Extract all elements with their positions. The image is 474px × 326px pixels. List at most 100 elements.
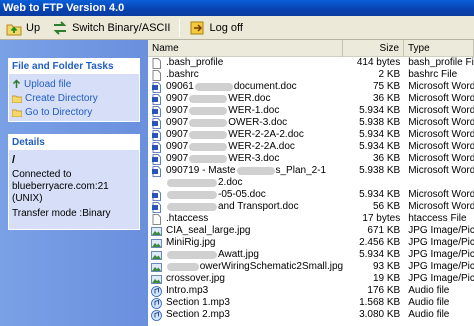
file-name-text: 090719 - Maste bbox=[166, 165, 236, 176]
file-name-suffix: WER-2-2A.doc bbox=[228, 141, 295, 152]
redacted-blur bbox=[167, 191, 217, 199]
file-type-cell: JPG Image/Picture bbox=[408, 261, 474, 272]
file-row[interactable]: 090719 - Maste s_Plan_2-1 5.938 KB Microsof… bbox=[148, 165, 474, 177]
redacted-blur bbox=[189, 119, 228, 127]
switch-arrows-icon bbox=[53, 20, 67, 35]
file-row[interactable]: Intro.mp3 176 KB Audio file bbox=[148, 285, 474, 297]
file-row[interactable]: owerWiringSchematic2Small.jpg 93 KB JPG Im… bbox=[148, 261, 474, 273]
create-directory-link[interactable]: Create Directory bbox=[9, 91, 139, 105]
file-size-cell: 5.934 KB bbox=[359, 129, 401, 140]
column-header-type[interactable]: Type bbox=[404, 40, 474, 57]
column-header-name[interactable]: Name bbox=[148, 40, 343, 57]
file-row[interactable]: -05-05.doc 5.934 KB Microsoft Word Doc bbox=[148, 189, 474, 201]
file-type-cell: Audio file bbox=[408, 309, 450, 320]
up-button[interactable]: Up bbox=[3, 18, 43, 38]
column-header-size[interactable]: Size bbox=[343, 40, 404, 57]
word-doc-icon bbox=[151, 165, 162, 177]
audio-icon bbox=[151, 297, 162, 309]
file-name-cell: CIA_seal_large.jpg bbox=[148, 225, 343, 237]
file-row[interactable]: 09061 document.doc 75 KB Microsoft Word Doc bbox=[148, 81, 474, 93]
file-list: Name Size Type .bash_profile 414 bytes bas… bbox=[148, 40, 474, 326]
file-name-cell: Intro.mp3 bbox=[148, 285, 343, 297]
file-row[interactable]: MiniRig.jpg 2.456 KB JPG Image/Picture bbox=[148, 237, 474, 249]
up-folder-icon bbox=[6, 24, 22, 35]
log-off-button[interactable]: Log off bbox=[186, 18, 245, 38]
file-name-cell: 0907 OWER-3.doc bbox=[148, 117, 343, 129]
audio-icon bbox=[151, 309, 162, 321]
redacted-blur bbox=[167, 251, 217, 259]
file-folder-tasks-panel: File and Folder Tasks Upload file Create… bbox=[8, 58, 140, 122]
file-type-cell: JPG Image/Picture bbox=[408, 237, 474, 248]
redacted-blur bbox=[194, 83, 233, 91]
file-size-cell: 56 KB bbox=[372, 201, 401, 212]
file-row[interactable]: 0907 WER.doc 36 KB Microsoft Word Doc bbox=[148, 93, 474, 105]
file-type-cell: Audio file bbox=[408, 285, 450, 296]
file-row[interactable]: 0907 WER-2-2A-2.doc 5.934 KB Microsoft Word… bbox=[148, 129, 474, 141]
file-name-cell: 2.doc bbox=[148, 177, 343, 189]
toolbar-separator bbox=[179, 18, 181, 37]
redacted-blur bbox=[189, 155, 228, 163]
file-row[interactable]: CIA_seal_large.jpg 671 KB JPG Image/Pictur… bbox=[148, 225, 474, 237]
file-name-cell: 0907 WER-3.doc bbox=[148, 153, 343, 165]
file-row[interactable]: Section 2.mp3 3.080 KB Audio file bbox=[148, 309, 474, 321]
file-row[interactable]: 0907 WER-3.doc 36 KB Microsoft Word Doc bbox=[148, 153, 474, 165]
upload-file-link[interactable]: Upload file bbox=[9, 77, 139, 91]
tasks-panel-title: File and Folder Tasks bbox=[9, 59, 139, 74]
redacted-blur bbox=[236, 167, 275, 175]
word-doc-icon bbox=[151, 93, 162, 105]
file-row[interactable]: .htaccess 17 bytes htaccess File bbox=[148, 213, 474, 225]
file-type-cell: Microsoft Word Doc bbox=[408, 165, 474, 176]
file-row[interactable]: 2.doc bbox=[148, 177, 474, 189]
file-row[interactable]: 0907 WER-2-2A.doc 5.934 KB Microsoft Word D… bbox=[148, 141, 474, 153]
switch-label: Switch Binary/ASCII bbox=[72, 21, 171, 34]
file-row[interactable]: Section 1.mp3 1.568 KB Audio file bbox=[148, 297, 474, 309]
server-address: blueberryacre.com:21 (UNIX) bbox=[12, 181, 109, 204]
file-size-cell: 5.934 KB bbox=[359, 249, 401, 260]
file-row[interactable]: .bash_profile 414 bytes bash_profile File bbox=[148, 57, 474, 69]
file-name-cell: and Transport.doc bbox=[148, 201, 343, 213]
file-row[interactable]: 0907 OWER-3.doc 5.938 KB Microsoft Word Doc bbox=[148, 117, 474, 129]
file-size-cell: 5.934 KB bbox=[359, 189, 401, 200]
file-type-cell: JPG Image/Picture bbox=[408, 225, 474, 236]
redacted-blur bbox=[189, 131, 228, 139]
file-type-cell: JPG Image/Picture bbox=[408, 249, 474, 260]
details-panel: Details / Connected to blueberryacre.com… bbox=[8, 134, 140, 230]
file-name-cell: .htaccess bbox=[148, 213, 343, 225]
file-size-cell: 75 KB bbox=[372, 81, 401, 92]
file-name-text: .bashrc bbox=[166, 69, 199, 80]
file-type-cell: Microsoft Word Doc bbox=[408, 189, 474, 200]
word-doc-icon bbox=[151, 81, 162, 93]
details-panel-title: Details bbox=[9, 135, 139, 150]
image-icon bbox=[151, 238, 162, 249]
file-size-cell: 2 KB bbox=[378, 69, 401, 80]
file-name-cell: 0907 WER-2-2A.doc bbox=[148, 141, 343, 153]
file-size-cell: 93 KB bbox=[372, 261, 401, 272]
file-type-cell: Microsoft Word Doc bbox=[408, 105, 474, 116]
file-name-cell: 0907 WER-2-2A-2.doc bbox=[148, 129, 343, 141]
transfer-mode: Transfer mode :Binary bbox=[12, 208, 111, 219]
word-doc-icon bbox=[151, 201, 162, 213]
file-row[interactable]: Awatt.jpg 5.934 KB JPG Image/Picture bbox=[148, 249, 474, 261]
file-name-cell: MiniRig.jpg bbox=[148, 237, 343, 249]
file-name-suffix: 2.doc bbox=[218, 177, 243, 188]
file-name-suffix: OWER-3.doc bbox=[228, 117, 288, 128]
file-row[interactable]: crossover.jpg 19 KB JPG Image/Picture bbox=[148, 273, 474, 285]
file-row[interactable]: and Transport.doc 56 KB Microsoft Word Doc bbox=[148, 201, 474, 213]
column-header-row: Name Size Type bbox=[148, 40, 474, 57]
current-path: / bbox=[12, 154, 16, 166]
file-name-text: 0907 bbox=[166, 129, 189, 140]
file-size-cell: 19 KB bbox=[372, 273, 401, 284]
redacted-blur bbox=[167, 179, 217, 187]
word-doc-icon bbox=[151, 117, 162, 129]
toolbar: Up Switch Binary/ASCII Log off bbox=[0, 16, 474, 40]
file-name-text: 0907 bbox=[166, 141, 189, 152]
blank-file-icon bbox=[151, 57, 162, 69]
go-to-directory-link[interactable]: Go to Directory bbox=[9, 105, 139, 119]
switch-binary-ascii-button[interactable]: Switch Binary/ASCII bbox=[49, 18, 173, 38]
file-row[interactable]: .bashrc 2 KB bashrc File bbox=[148, 69, 474, 81]
file-row[interactable]: 0907 WER-1.doc 5.934 KB Microsoft Word Doc bbox=[148, 105, 474, 117]
file-size-cell: 671 KB bbox=[367, 225, 401, 236]
file-name-text: CIA_seal_large.jpg bbox=[166, 225, 251, 236]
file-size-cell: 2.456 KB bbox=[359, 237, 401, 248]
file-name-suffix: WER-3.doc bbox=[228, 153, 280, 164]
